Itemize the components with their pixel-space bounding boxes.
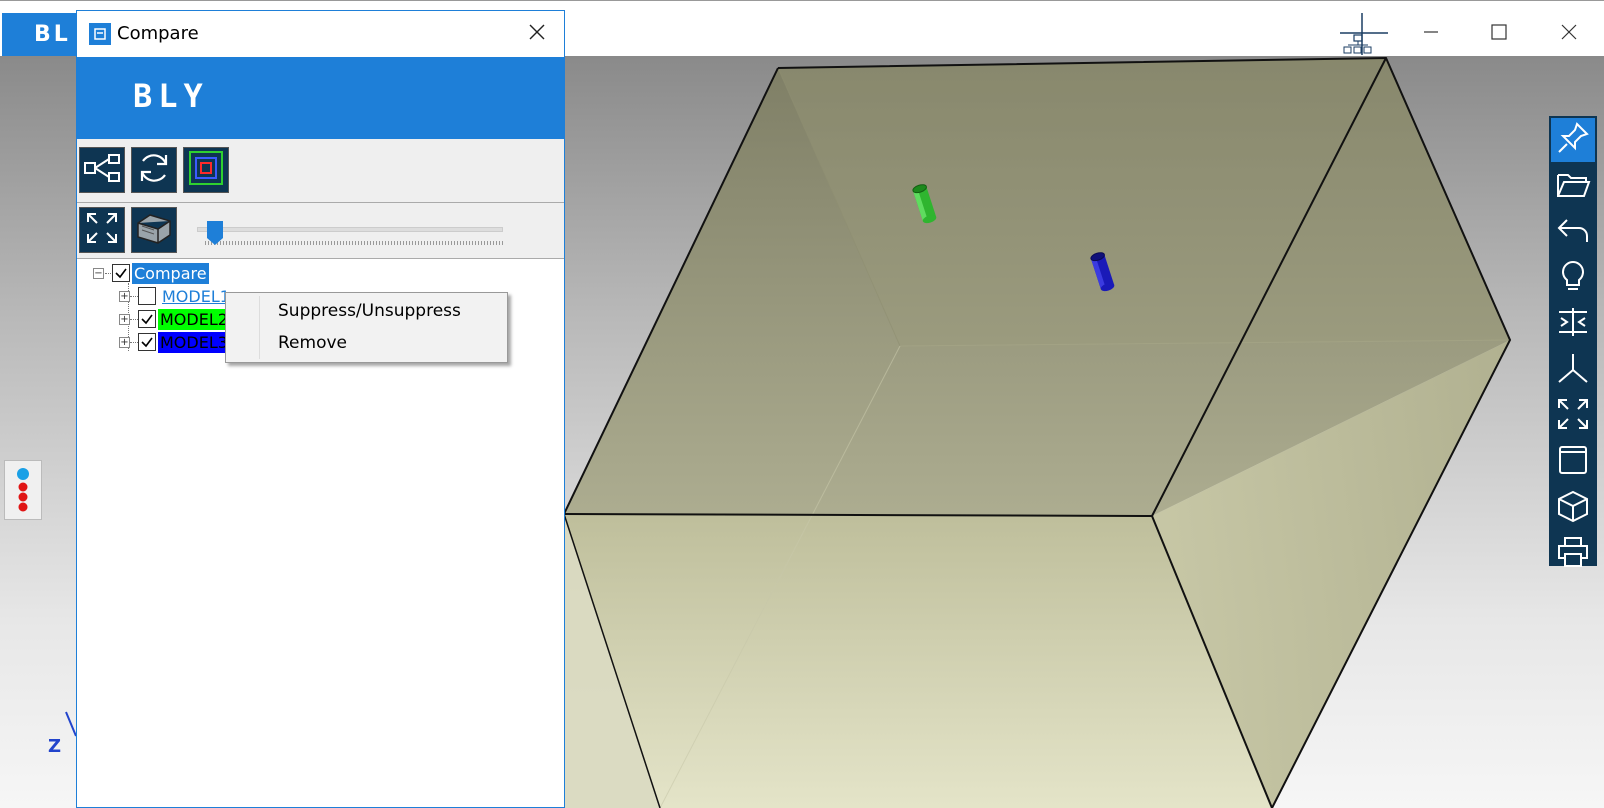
view-cube-button[interactable] <box>1551 486 1595 530</box>
pin-icon <box>1555 120 1591 160</box>
status-indicator[interactable] <box>4 460 42 520</box>
pin-button[interactable] <box>1551 118 1595 162</box>
nested-squares-icon <box>188 150 224 190</box>
frame-button[interactable] <box>1551 440 1595 484</box>
main-window: BL Z Compare BLY − Compare + MODEL1 + MO… <box>0 0 1604 808</box>
tree-node-model2[interactable]: + MODEL2 <box>119 308 230 330</box>
fit-view-button[interactable] <box>1551 394 1595 438</box>
compare-dialog: Compare BLY − Compare + MODEL1 + MODEL2 … <box>76 10 565 808</box>
axes-button[interactable] <box>1551 348 1595 392</box>
tree-node-label[interactable]: Compare <box>132 262 209 284</box>
axis-z-line <box>65 711 77 737</box>
menu-item-remove[interactable]: Remove <box>278 333 347 353</box>
axis-z-label: Z <box>48 736 62 757</box>
minimize-button[interactable] <box>1408 11 1454 57</box>
dialog-toolbar-secondary <box>77 203 564 259</box>
right-toolbar <box>1549 116 1597 567</box>
network-tree-icon[interactable] <box>1340 11 1396 57</box>
tree-node-root[interactable]: − Compare <box>93 262 209 284</box>
model3-checkbox[interactable] <box>138 333 156 351</box>
maximize-button[interactable] <box>1476 11 1522 57</box>
dialog-close-button[interactable] <box>519 19 555 49</box>
axes-icon <box>1555 350 1591 390</box>
tree-node-label[interactable]: MODEL2 <box>158 308 230 330</box>
box-inner-face <box>778 58 1510 346</box>
context-menu-gutter <box>229 296 260 359</box>
close-button[interactable] <box>1546 11 1592 57</box>
tree-node-model3[interactable]: + MODEL3 <box>119 331 230 353</box>
lightbulb-icon <box>1555 258 1591 298</box>
close-icon <box>528 23 546 45</box>
minimize-icon <box>1422 23 1440 45</box>
align-icon <box>1555 304 1591 344</box>
slider-thumb[interactable] <box>207 221 223 245</box>
slider-track[interactable] <box>197 227 503 232</box>
view-cube-icon <box>1555 488 1591 528</box>
refresh-icon <box>136 150 172 190</box>
model2-checkbox[interactable] <box>138 310 156 328</box>
dialog-titlebar[interactable]: Compare <box>77 11 564 57</box>
context-menu: Suppress/Unsuppress Remove <box>225 292 508 363</box>
tree-node-label[interactable]: MODEL3 <box>158 331 230 353</box>
refresh-button[interactable] <box>131 147 177 193</box>
expand-button[interactable] <box>79 207 125 253</box>
fit-view-icon <box>1555 396 1591 436</box>
box-front-face <box>564 514 1272 808</box>
expand-icon[interactable]: + <box>119 336 130 348</box>
section-box-icon <box>134 211 174 249</box>
transparency-slider[interactable] <box>197 221 503 245</box>
undo-icon <box>1555 212 1591 252</box>
close-icon <box>1560 23 1578 45</box>
align-button[interactable] <box>1551 302 1595 346</box>
expand-icon[interactable]: + <box>119 290 130 302</box>
maximize-icon <box>1490 23 1508 45</box>
slider-ticks <box>205 241 503 245</box>
hierarchy-button[interactable] <box>79 147 125 193</box>
root-checkbox[interactable] <box>112 264 130 282</box>
frame-icon <box>1555 442 1591 482</box>
collapse-icon[interactable]: − <box>93 267 104 279</box>
print-icon <box>1555 534 1591 574</box>
expand-icon[interactable]: + <box>119 313 130 325</box>
menu-item-suppress[interactable]: Suppress/Unsuppress <box>278 301 461 321</box>
dialog-title: Compare <box>117 23 199 44</box>
lightbulb-button[interactable] <box>1551 256 1595 300</box>
open-button[interactable] <box>1551 164 1595 208</box>
dialog-banner: BLY <box>77 57 564 139</box>
section-box-button[interactable] <box>131 207 177 253</box>
tree-node-model1[interactable]: + MODEL1 <box>119 285 232 307</box>
folder-open-icon <box>1555 166 1591 206</box>
tree-node-label[interactable]: MODEL1 <box>160 286 232 307</box>
undo-button[interactable] <box>1551 210 1595 254</box>
banner-logo: BLY <box>133 77 209 115</box>
hierarchy-icon <box>83 153 121 187</box>
model1-checkbox[interactable] <box>138 287 156 305</box>
dialog-app-icon <box>89 23 111 45</box>
expand-icon <box>84 210 120 250</box>
print-button[interactable] <box>1551 532 1595 576</box>
dialog-toolbar-primary <box>77 139 564 203</box>
nested-squares-button[interactable] <box>183 147 229 193</box>
